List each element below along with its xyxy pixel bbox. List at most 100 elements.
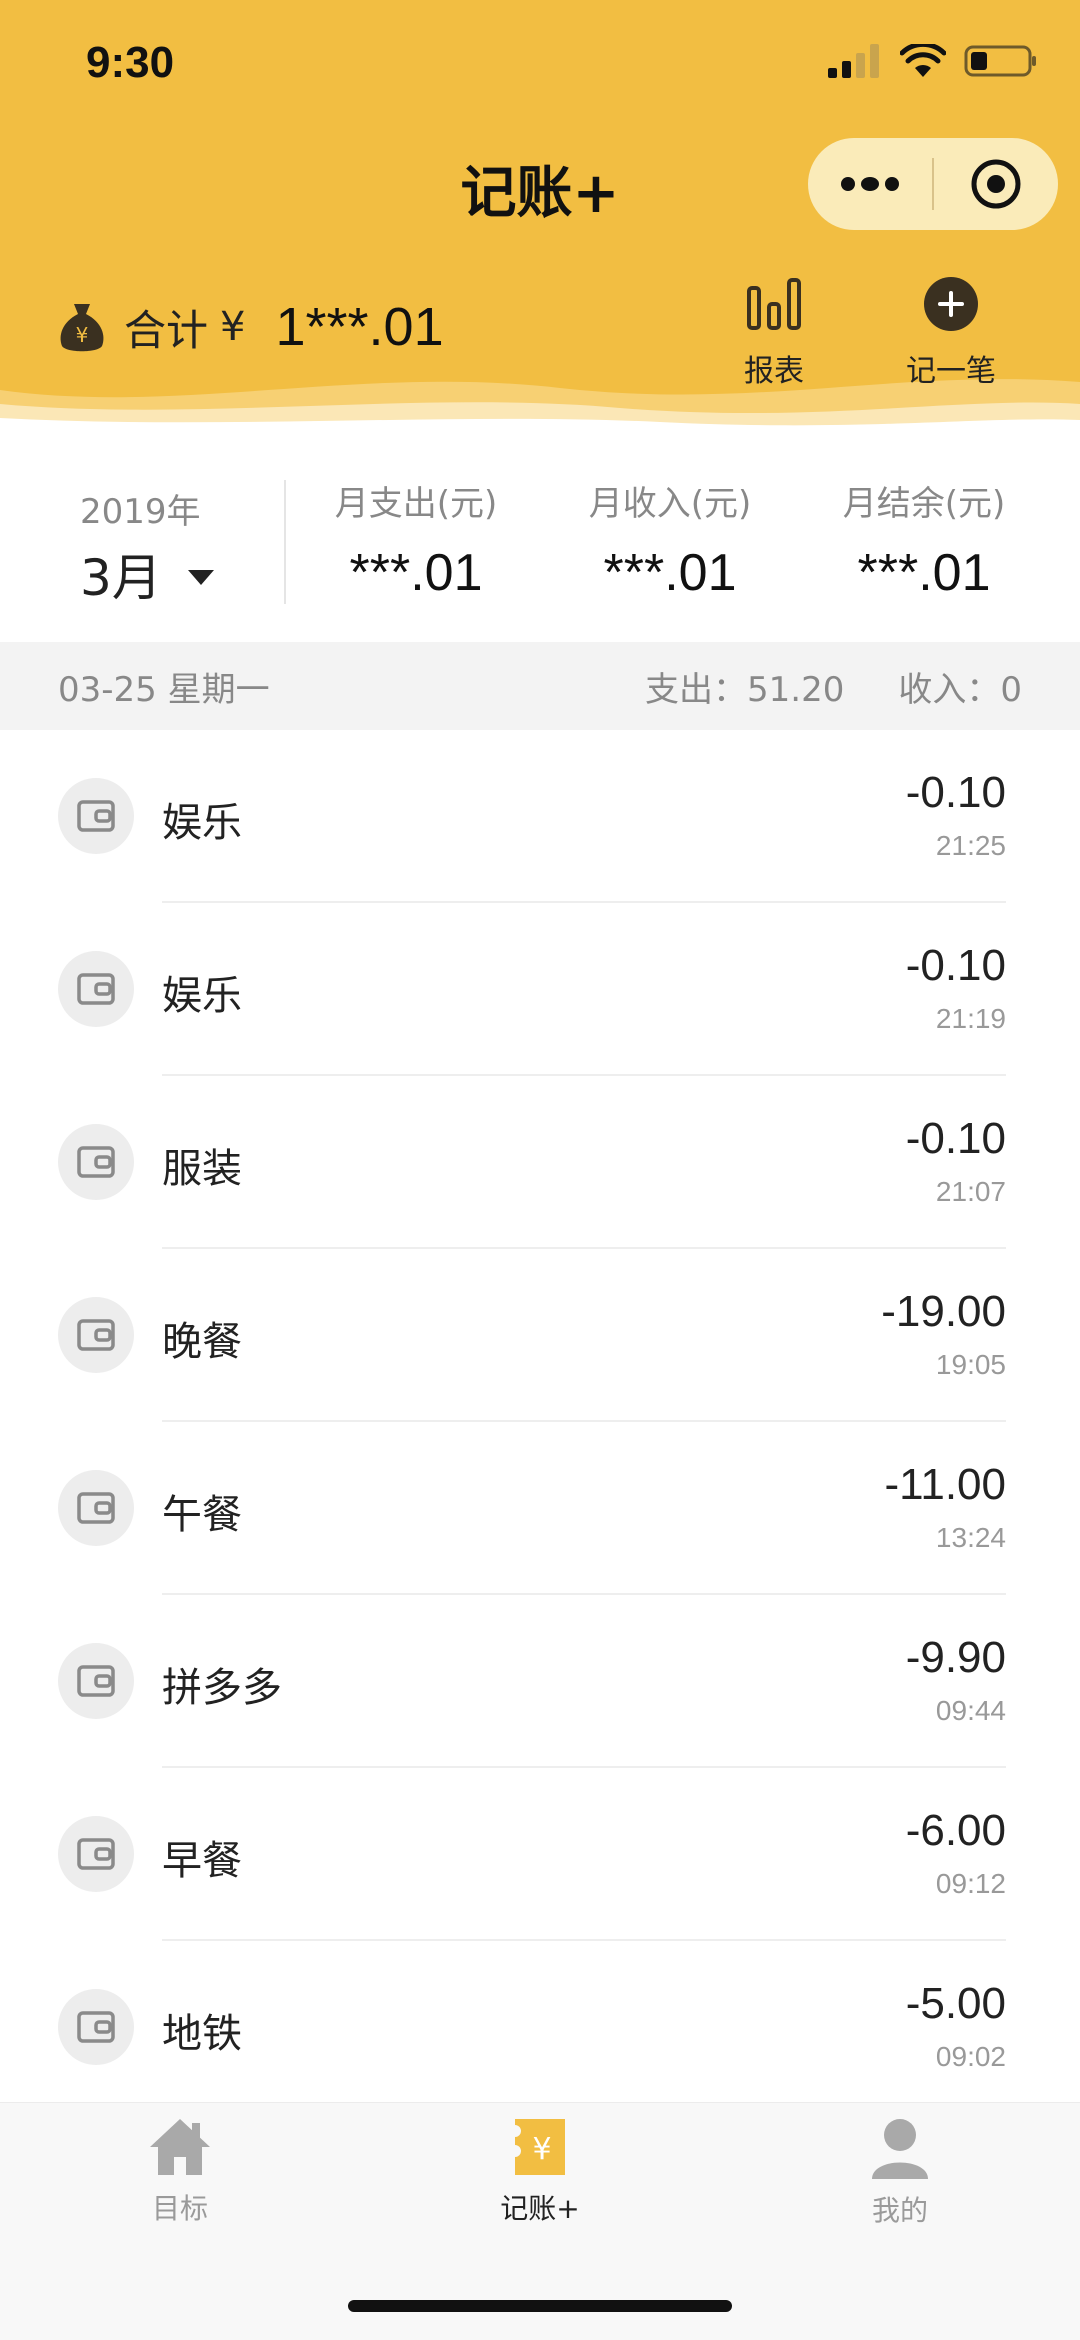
category-icon-wrap <box>58 1297 134 1373</box>
svg-text:¥: ¥ <box>532 2132 551 2167</box>
tab-mine[interactable]: 我的 <box>800 2117 1000 2229</box>
record-category: 拼多多 <box>162 1665 282 1711</box>
list-item[interactable]: 地铁 -5.00 09:02 <box>0 1941 1080 2114</box>
list-item[interactable]: 服装 -0.10 21:07 <box>0 1076 1080 1249</box>
stat-value: ***.01 <box>857 544 991 602</box>
record-time: 13:24 <box>935 1522 1006 1553</box>
record-amount: -19.00 <box>881 1287 1006 1336</box>
tab-label: 记账+ <box>500 2192 580 2225</box>
wallet-icon <box>77 1838 115 1870</box>
user-icon <box>872 2119 928 2179</box>
day-expense: 支出：51.20 <box>645 669 845 710</box>
year-label: 2019年 <box>80 492 201 532</box>
target-icon <box>971 159 1021 209</box>
record-time: 09:12 <box>935 1868 1006 1899</box>
category-icon-wrap <box>58 1470 134 1546</box>
list-item[interactable]: 午餐 -11.00 13:24 <box>0 1422 1080 1595</box>
battery-icon <box>964 45 1036 77</box>
record-amount: -0.10 <box>905 1114 1006 1163</box>
record-time: 21:19 <box>935 1003 1006 1034</box>
record-amount: -0.10 <box>905 941 1006 990</box>
report-button[interactable]: 报表 <box>744 276 804 390</box>
add-record-button[interactable]: 记一笔 <box>906 276 996 390</box>
category-icon-wrap <box>58 1124 134 1200</box>
more-button[interactable] <box>808 138 932 230</box>
list-item[interactable]: 娱乐 -0.10 21:19 <box>0 903 1080 1076</box>
category-icon-wrap <box>58 778 134 854</box>
wallet-icon <box>77 1146 115 1178</box>
tab-ledger[interactable]: ¥ 记账+ <box>440 2117 640 2227</box>
record-amount: -9.90 <box>905 1633 1006 1682</box>
stat-label: 月结余(元) <box>842 484 1006 524</box>
app-header: 9:30 记账+ ¥ 合计 ¥ 1***.01 报表 记一笔 <box>0 0 1080 440</box>
wallet-icon <box>77 1319 115 1351</box>
status-time: 9:30 <box>86 38 175 87</box>
category-icon-wrap <box>58 1989 134 2065</box>
day-header: 03-25 星期一 支出：51.20 收入：0 <box>0 642 1080 730</box>
list-item[interactable]: 早餐 -6.00 09:12 <box>0 1768 1080 1941</box>
record-category: 早餐 <box>162 1838 242 1884</box>
month-picker[interactable]: 3月 <box>80 538 214 610</box>
record-category: 娱乐 <box>162 800 242 846</box>
record-time: 09:02 <box>935 2041 1006 2072</box>
wallet-icon <box>77 973 115 1005</box>
record-time: 21:07 <box>935 1176 1006 1207</box>
summary-divider <box>284 480 286 604</box>
list-item[interactable]: 晚餐 -19.00 19:05 <box>0 1249 1080 1422</box>
record-category: 午餐 <box>162 1492 242 1538</box>
day-date: 03-25 星期一 <box>58 669 270 710</box>
record-category: 地铁 <box>162 2011 242 2057</box>
record-list: 娱乐 -0.10 21:25 娱乐 -0.10 21:19 服装 -0.10 21:07 晚餐 -1… <box>0 730 1080 2114</box>
status-icons <box>828 44 1038 78</box>
signal-icon <box>828 44 879 78</box>
stat-label: 月收入(元) <box>588 484 752 524</box>
stat-balance: 月结余(元) ***.01 <box>804 476 1044 603</box>
tab-goal[interactable]: 目标 <box>80 2117 280 2227</box>
wallet-icon <box>77 1665 115 1697</box>
stat-value: ***.01 <box>349 544 483 602</box>
report-label: 报表 <box>744 354 804 389</box>
record-category: 服装 <box>162 1146 242 1192</box>
category-icon-wrap <box>58 951 134 1027</box>
more-dots-icon <box>841 177 899 191</box>
wifi-icon <box>900 44 946 77</box>
record-category: 娱乐 <box>162 973 242 1019</box>
category-icon-wrap <box>58 1643 134 1719</box>
mini-program-capsule <box>808 138 1058 230</box>
caret-down-icon <box>187 569 214 585</box>
home-icon <box>150 2119 210 2175</box>
tab-label: 目标 <box>151 2192 208 2225</box>
bar-chart-icon <box>747 278 801 330</box>
record-amount: -11.00 <box>884 1460 1007 1509</box>
day-totals: 支出：51.20 收入：0 <box>645 662 1022 711</box>
list-item[interactable]: 娱乐 -0.10 21:25 <box>0 730 1080 903</box>
record-time: 09:44 <box>935 1695 1006 1726</box>
record-amount: -6.00 <box>905 1806 1006 1855</box>
stat-value: ***.01 <box>603 544 737 602</box>
total-value: 1***.01 <box>275 297 444 357</box>
add-record-label: 记一笔 <box>906 354 996 389</box>
record-time: 19:05 <box>935 1349 1006 1380</box>
record-time: 21:25 <box>935 830 1006 861</box>
home-indicator <box>348 2300 732 2312</box>
wallet-icon <box>77 800 115 832</box>
wallet-icon <box>77 2011 115 2043</box>
record-category: 晚餐 <box>162 1319 242 1365</box>
money-bag-icon: ¥ <box>60 304 104 352</box>
list-item[interactable]: 拼多多 -9.90 09:44 <box>0 1595 1080 1768</box>
total-label: 合计 <box>124 305 209 355</box>
month-summary: 2019年 3月 月支出(元) ***.01 月收入(元) ***.01 月结余… <box>0 440 1080 642</box>
record-amount: -5.00 <box>905 1979 1006 2028</box>
ledger-icon: ¥ <box>515 2119 565 2175</box>
svg-text:¥: ¥ <box>76 323 89 347</box>
stat-label: 月支出(元) <box>334 484 498 524</box>
wallet-icon <box>77 1492 115 1524</box>
total-currency: ¥ <box>220 304 246 350</box>
month-label: 3月 <box>80 549 162 607</box>
plus-circle-icon <box>924 277 978 331</box>
category-icon-wrap <box>58 1816 134 1892</box>
total-row: ¥ 合计 ¥ 1***.01 <box>58 296 444 358</box>
close-miniprogram-button[interactable] <box>934 138 1058 230</box>
record-amount: -0.10 <box>905 768 1006 817</box>
tab-label: 我的 <box>871 2194 928 2227</box>
